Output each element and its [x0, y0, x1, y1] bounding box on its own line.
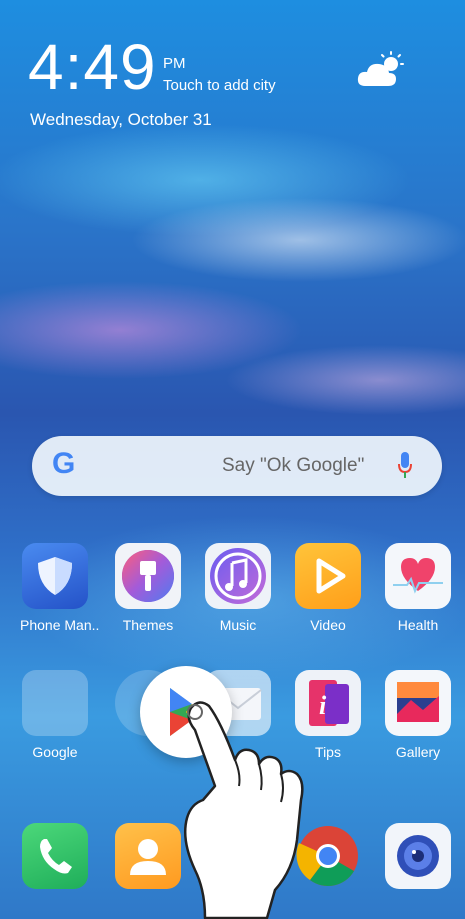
dock-contacts[interactable]: [113, 823, 183, 889]
app-health[interactable]: Health: [383, 543, 453, 633]
search-hint: Say "Ok Google": [222, 455, 365, 476]
music-note-icon: [205, 543, 271, 609]
dock-camera[interactable]: [383, 823, 453, 889]
gallery-icon: [385, 670, 451, 736]
home-screen: 4:49 PM Touch to add city Wednesday, Oct…: [0, 0, 465, 919]
app-label: Music: [219, 617, 257, 633]
clock-ampm: PM: [163, 55, 186, 72]
shield-icon: [22, 543, 88, 609]
folder-google[interactable]: Google: [20, 670, 90, 760]
clock-time[interactable]: 4:49: [28, 30, 157, 104]
add-city-link[interactable]: Touch to add city: [163, 77, 276, 94]
app-gallery[interactable]: Gallery: [383, 670, 453, 760]
phone-icon: [22, 823, 88, 889]
dock-phone[interactable]: [20, 823, 90, 889]
paintbrush-icon: [115, 543, 181, 609]
app-themes[interactable]: Themes: [113, 543, 183, 633]
hand-pointer-icon: [184, 701, 304, 919]
app-label: Health: [397, 617, 439, 633]
app-label: Themes: [122, 617, 174, 633]
contacts-icon: [115, 823, 181, 889]
play-icon: [295, 543, 361, 609]
folder-icon: [22, 670, 88, 736]
camera-icon: [385, 823, 451, 889]
google-search-bar[interactable]: G Say "Ok Google": [32, 436, 442, 496]
app-label: Phone Man..: [20, 617, 100, 633]
mic-icon[interactable]: [398, 452, 412, 480]
app-label: Google: [32, 744, 78, 760]
partly-cloudy-icon[interactable]: [355, 50, 407, 90]
app-label: Gallery: [395, 744, 441, 760]
clock-date: Wednesday, October 31: [30, 110, 212, 129]
app-phone-manager[interactable]: Phone Man..: [20, 543, 100, 633]
google-logo: G: [52, 447, 76, 480]
heart-icon: [385, 543, 451, 609]
app-video[interactable]: Video: [293, 543, 363, 633]
app-music[interactable]: Music: [203, 543, 273, 633]
app-label: Video: [310, 617, 346, 633]
